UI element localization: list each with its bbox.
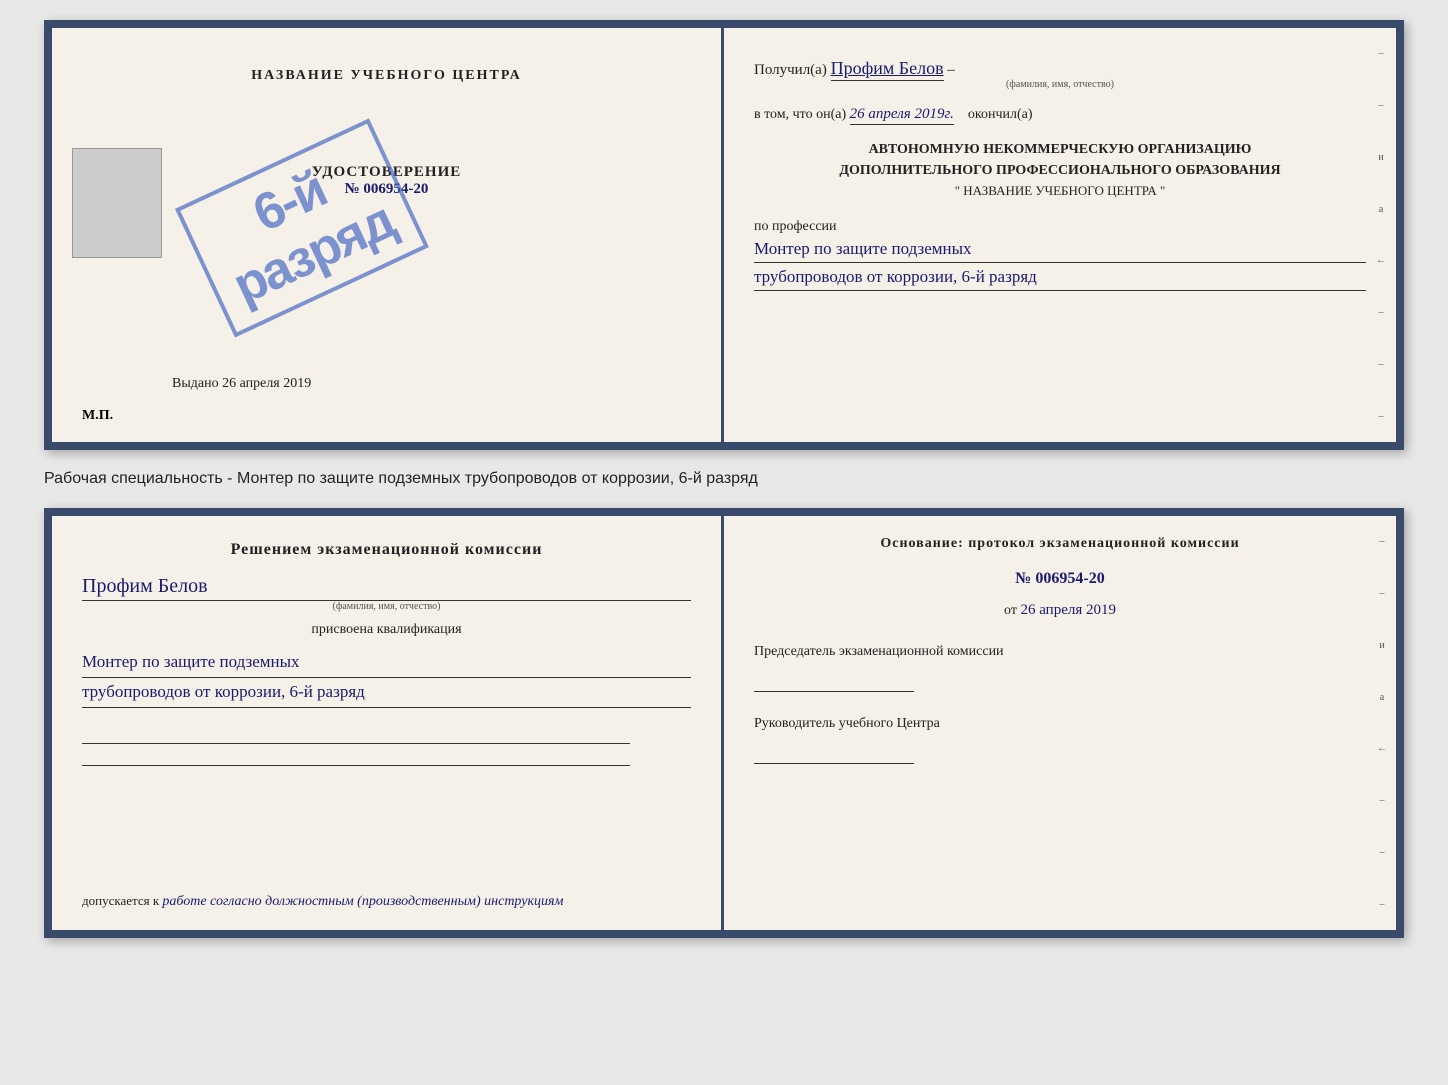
vydano-label: Выдано <box>172 376 219 391</box>
stamp-overlay: 6-й разряд <box>150 62 454 395</box>
bottom-certificate: Решением экзаменационной комиссии Профим… <box>44 508 1404 938</box>
photo-placeholder <box>72 148 162 258</box>
mp-line: М.П. <box>82 408 113 424</box>
po-professii: по профессии Монтер по защите подземных … <box>754 219 1366 291</box>
working-specialty-text: Рабочая специальность - Монтер по защите… <box>44 470 758 487</box>
vtom-label: в том, что он(а) <box>754 107 846 122</box>
vtom-line: в том, что он(а) 26 апреля 2019г. окончи… <box>754 106 1366 123</box>
top-certificate: НАЗВАНИЕ УЧЕБНОГО ЦЕНТРА УДОСТОВЕРЕНИЕ №… <box>44 20 1404 450</box>
rukovoditel-block: Руководитель учебного Центра <box>754 713 1366 771</box>
udostoverenie-block: УДОСТОВЕРЕНИЕ № 006954-20 <box>312 164 462 198</box>
side-marks-bottom: – – и а ← – – – <box>1368 516 1396 930</box>
udostoverenie-num: № 006954-20 <box>312 181 462 198</box>
predsedatel-block: Председатель экзаменационной комиссии <box>754 641 1366 699</box>
cert-right-panel: Получил(а) Профим Белов – (фамилия, имя,… <box>724 28 1396 442</box>
org-block: АВТОНОМНУЮ НЕКОММЕРЧЕСКУЮ ОРГАНИЗАЦИЮ ДО… <box>754 139 1366 201</box>
protocol-num: № 006954-20 <box>754 570 1366 588</box>
po-professii-label: по профессии <box>754 219 837 234</box>
kvalif-block: Монтер по защите подземных трубопроводов… <box>82 648 691 708</box>
stamp-line2: разряд <box>225 191 403 315</box>
dopuskaetsya-value: работе согласно должностным (производств… <box>162 894 563 909</box>
cert-bottom-left: Решением экзаменационной комиссии Профим… <box>52 516 724 930</box>
cert-bottom-right: Основание: протокол экзаменационной коми… <box>724 516 1396 930</box>
sign-line-2 <box>82 748 630 766</box>
udostoverenie-title: УДОСТОВЕРЕНИЕ <box>312 164 462 181</box>
school-name-top: НАЗВАНИЕ УЧЕБНОГО ЦЕНТРА <box>251 68 521 84</box>
org-line1: АВТОНОМНУЮ НЕКОММЕРЧЕСКУЮ ОРГАНИЗАЦИЮ <box>754 139 1366 160</box>
sign-line-1 <box>82 726 630 744</box>
fio-bottom-wrap: Профим Белов (фамилия, имя, отчество) <box>82 569 691 612</box>
kvalif-line2: трубопроводов от коррозии, 6-й разряд <box>82 678 691 708</box>
working-specialty: Рабочая специальность - Монтер по защите… <box>44 466 1404 492</box>
predsedatel-sign-line <box>754 672 914 692</box>
stamp-text: 6-й разряд <box>175 118 429 337</box>
profession-line1: Монтер по защите подземных <box>754 235 1366 263</box>
resheniem-title: Решением экзаменационной комиссии <box>82 541 691 559</box>
fio-top: Профим Белов <box>831 58 944 81</box>
prisvoena-text: присвоена квалификация <box>82 622 691 638</box>
org-line2: ДОПОЛНИТЕЛЬНОГО ПРОФЕССИОНАЛЬНОГО ОБРАЗО… <box>754 160 1366 181</box>
poluchil-label: Получил(а) <box>754 62 827 78</box>
dopuskaetsya-block: допускается к работе согласно должностны… <box>82 893 691 910</box>
kvalif-line1: Монтер по защите подземных <box>82 648 691 678</box>
fio-sublabel-bottom: (фамилия, имя, отчество) <box>82 601 691 612</box>
vtom-date: 26 апреля 2019г. <box>850 106 954 125</box>
ot-label: от <box>1004 603 1017 618</box>
rukovoditel-title: Руководитель учебного Центра <box>754 716 940 731</box>
dash-after-fio: – <box>947 62 955 78</box>
profession-line2: трубопроводов от коррозии, 6-й разряд <box>754 263 1366 291</box>
ot-date-block: от 26 апреля 2019 <box>754 602 1366 619</box>
poluchil-line: Получил(а) Профим Белов – (фамилия, имя,… <box>754 58 1366 90</box>
dopuskaetsya-label: допускается к <box>82 893 159 908</box>
cert-left-panel: НАЗВАНИЕ УЧЕБНОГО ЦЕНТРА УДОСТОВЕРЕНИЕ №… <box>52 28 724 442</box>
okonchil-label: окончил(а) <box>968 107 1033 122</box>
vydano-date: 26 апреля 2019 <box>222 376 311 391</box>
osnovanie-text: Основание: протокол экзаменационной коми… <box>754 536 1366 552</box>
sign-lines <box>82 726 691 766</box>
vydano-line: Выдано 26 апреля 2019 <box>172 376 311 392</box>
fio-bottom: Профим Белов <box>82 575 691 601</box>
side-marks-top: – – и а ← – – – <box>1366 28 1396 442</box>
org-line3: " НАЗВАНИЕ УЧЕБНОГО ЦЕНТРА " <box>955 183 1166 198</box>
ot-date: 26 апреля 2019 <box>1020 602 1116 618</box>
predsedatel-title: Председатель экзаменационной комиссии <box>754 644 1004 659</box>
rukovoditel-sign-line <box>754 744 914 764</box>
